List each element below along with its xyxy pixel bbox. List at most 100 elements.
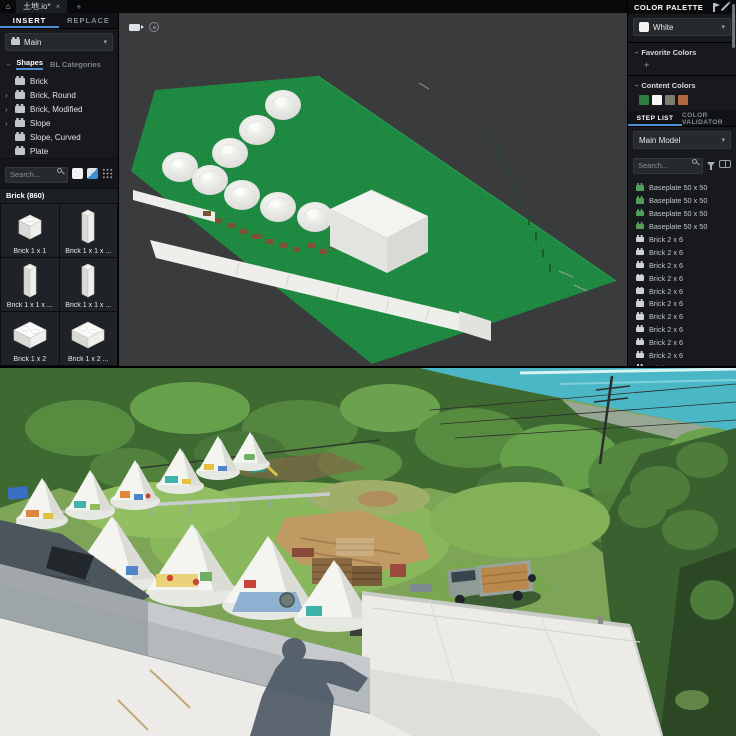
shape-source-tabs: Shapes BL Categories <box>0 55 118 72</box>
new-tab-button[interactable]: + <box>76 2 81 12</box>
brick-thumbnail[interactable]: Brick 1 x 2 <box>1 312 59 365</box>
tab-shapes[interactable]: Shapes <box>16 58 43 70</box>
close-tab-icon[interactable] <box>56 2 61 11</box>
step-search-row <box>628 153 736 179</box>
step-list-item[interactable]: Brick 2 x 6 <box>628 336 736 349</box>
brick-thumbnail[interactable]: Brick 1 x 1 x ... <box>60 258 118 311</box>
orbit-view-icon[interactable] <box>149 22 159 32</box>
scrollbar-thumb[interactable] <box>732 4 735 48</box>
step-list-item[interactable]: Brick 2 x 6 <box>628 285 736 298</box>
step-list-item[interactable]: Brick 2 x 6 <box>628 246 736 259</box>
shape-search-row <box>0 158 118 188</box>
favorite-colors-section[interactable]: Favorite Colors <box>628 45 736 60</box>
brick-icon <box>11 39 20 45</box>
step-model-value: Main Model <box>639 136 680 145</box>
chevron-right-icon[interactable] <box>5 91 10 100</box>
camera-icon[interactable] <box>129 24 140 31</box>
step-list-item[interactable]: Brick 2 x 6 <box>628 259 736 272</box>
color-swatch[interactable] <box>639 95 649 105</box>
model-selector-dropdown[interactable]: Main <box>5 33 113 51</box>
step-item-label: Brick 2 x 6 <box>649 338 683 347</box>
step-list-item[interactable]: Baseplate 50 x 50 <box>628 207 736 220</box>
shape-category-item[interactable]: Brick, Round <box>0 88 118 102</box>
step-list-item[interactable]: Baseplate 50 x 50 <box>628 182 736 195</box>
brick-thumbnail-grid: Brick 1 x 1 Brick 1 x 1 x ... <box>0 203 118 367</box>
step-list-item[interactable]: Baseplate 50 x 50 <box>628 220 736 233</box>
viewport-toolbar <box>129 22 159 32</box>
step-list-item[interactable]: Baseplate 50 x 50 <box>628 194 736 207</box>
panel-tab[interactable]: REPLACE <box>59 13 118 28</box>
category-label: Brick, Modified <box>30 105 82 114</box>
brick-thumbnail[interactable]: Brick 1 x 2 ... <box>60 312 118 365</box>
tab-bl-categories[interactable]: BL Categories <box>50 60 101 69</box>
step-list-item[interactable]: Brick 2 x 6 <box>628 349 736 362</box>
content-colors-section[interactable]: Content Colors <box>628 78 736 93</box>
brick-thumbnail-label: Brick 1 x 1 x ... <box>65 302 111 309</box>
brick-3d-icon <box>17 206 43 248</box>
step-list-item[interactable]: Brick 2 x 6 <box>628 310 736 323</box>
add-favorite-color-button[interactable]: + <box>628 60 736 73</box>
brick-thumbnail[interactable]: Brick 1 x 1 <box>1 204 59 257</box>
brick-thumbnail[interactable]: Brick 1 x 1 x ... <box>1 258 59 311</box>
step-pages-icon[interactable] <box>719 160 731 168</box>
grid-view-icon[interactable] <box>102 168 113 179</box>
panel-tab[interactable]: COLOR VALIDATOR <box>682 111 736 126</box>
content-colors-label: Content Colors <box>641 81 695 90</box>
current-color-value: White <box>653 23 673 32</box>
chevron-right-icon[interactable] <box>5 105 10 114</box>
shape-category-item[interactable]: Slope <box>0 116 118 130</box>
color-swatch[interactable] <box>665 95 675 105</box>
step-list-item[interactable]: Brick 2 x 6 <box>628 233 736 246</box>
divider <box>628 75 736 76</box>
brick-category-icon <box>15 92 25 99</box>
shape-category-item[interactable]: Plate <box>0 144 118 158</box>
search-icon <box>57 168 62 173</box>
chevron-right-icon[interactable] <box>5 119 10 128</box>
step-model-dropdown[interactable]: Main Model <box>633 131 731 149</box>
brick-3d-icon <box>22 260 38 302</box>
chevron-down-icon <box>103 38 107 46</box>
document-tab-title: 土地.io* <box>23 1 51 12</box>
brick-icon <box>636 185 644 191</box>
viewport-3d[interactable] <box>119 13 627 366</box>
step-item-label: Brick 2 x 6 <box>649 351 683 360</box>
brick-icon <box>636 250 644 256</box>
edit-pencil-icon[interactable] <box>721 3 729 11</box>
brick-icon <box>636 340 644 346</box>
brick-icon <box>636 237 644 243</box>
shape-category-item[interactable]: Slope, Curved <box>0 130 118 144</box>
chevron-down-icon <box>633 84 640 86</box>
material-picker-icon[interactable] <box>87 168 98 179</box>
step-list-item[interactable]: Brick 2 x 6 <box>628 298 736 311</box>
color-palette-header: COLOR PALETTE <box>628 0 736 14</box>
step-list-item[interactable]: Brick 2 x 6 <box>628 323 736 336</box>
step-item-label: Baseplate 50 x 50 <box>649 196 707 205</box>
brick-icon <box>636 275 644 281</box>
brick-3d-icon <box>80 206 96 248</box>
shape-category-item[interactable]: Brick, Modified <box>0 102 118 116</box>
brick-thumbnail[interactable]: Brick 1 x 1 x ... <box>60 204 118 257</box>
current-color-dropdown[interactable]: White <box>633 18 731 36</box>
color-swatch[interactable] <box>678 95 688 105</box>
step-item-label: Brick 2 x 6 <box>649 287 683 296</box>
studio-app-window: 土地.io* + INSERT REPLACE <box>0 0 736 366</box>
color-swatch[interactable] <box>652 95 662 105</box>
brick-icon <box>636 301 644 307</box>
current-color-swatch-button[interactable] <box>72 168 83 179</box>
step-item-label: Brick 2 x 6 <box>649 325 683 334</box>
brick-thumbnail-label: Brick 1 x 1 x ... <box>65 248 111 255</box>
pin-icon[interactable] <box>713 3 715 12</box>
brick-thumbnail-label: Brick 1 x 2 <box>13 356 46 363</box>
filter-funnel-icon[interactable] <box>707 162 715 167</box>
panel-tab[interactable]: STEP LIST <box>628 111 682 126</box>
step-item-label: Brick 2 x 6 <box>649 299 683 308</box>
brick-category-icon <box>15 148 25 155</box>
document-tab[interactable]: 土地.io* <box>16 0 67 13</box>
brick-icon <box>636 263 644 269</box>
shape-category-item[interactable]: Brick <box>0 74 118 88</box>
brick-results-header: Brick (860) <box>0 188 118 203</box>
step-list-item[interactable]: Brick 2 x 6 <box>628 272 736 285</box>
home-icon[interactable] <box>0 0 16 13</box>
panel-tab[interactable]: INSERT <box>0 13 59 28</box>
color-palette-title: COLOR PALETTE <box>634 3 708 12</box>
